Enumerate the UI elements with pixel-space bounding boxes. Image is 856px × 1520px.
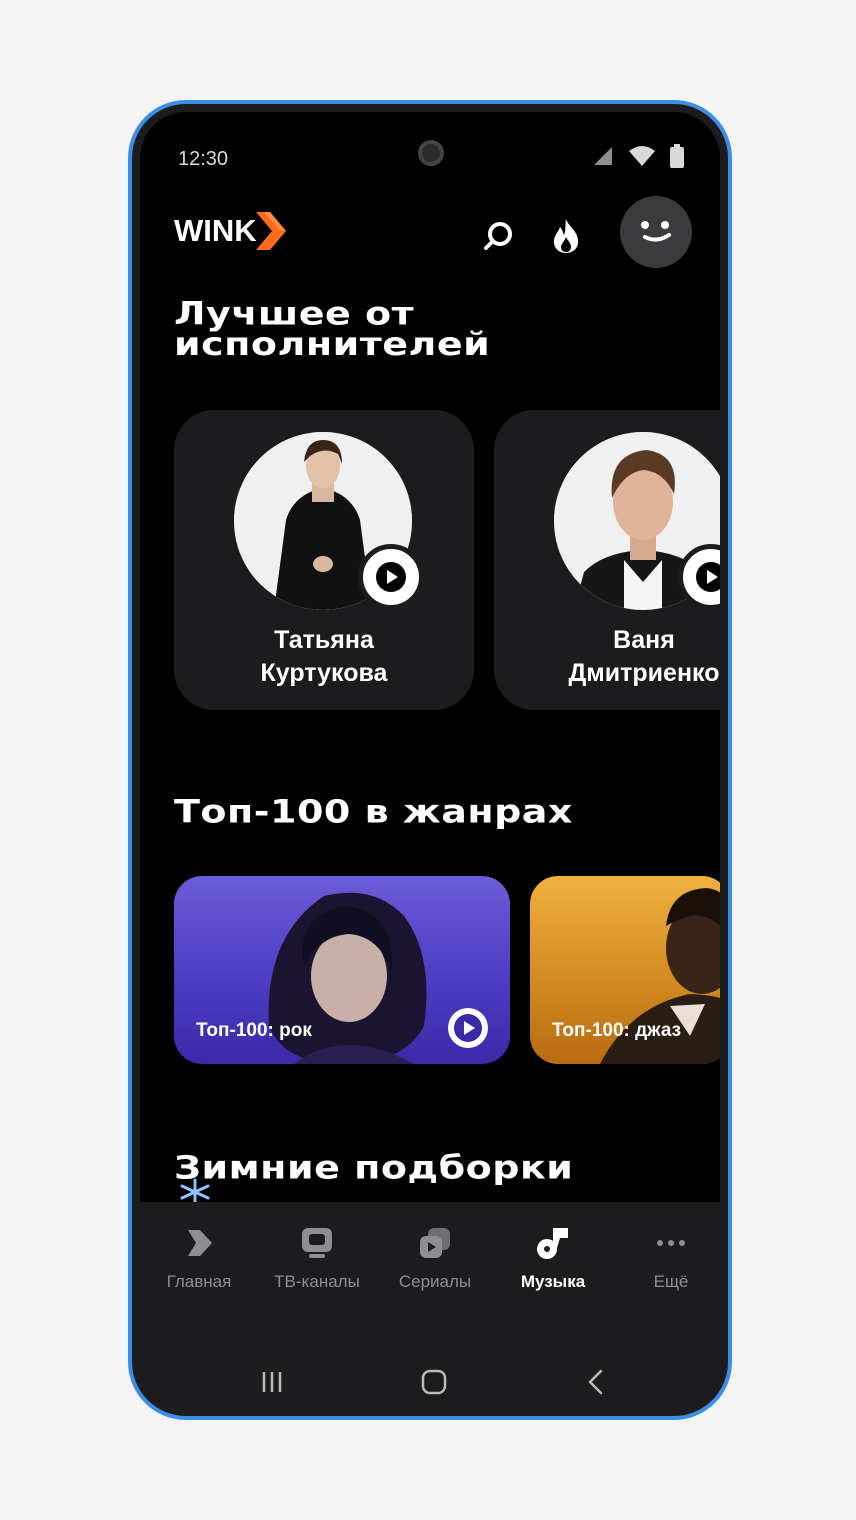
logo-text: WINK — [174, 213, 257, 248]
home-system-icon[interactable] — [421, 1369, 447, 1395]
nav-music[interactable]: Музыка — [494, 1226, 612, 1292]
artist-name: Ваня Дмитриенко — [494, 624, 720, 690]
search-icon — [484, 222, 512, 250]
genre-play-button[interactable] — [448, 1008, 488, 1048]
nav-series[interactable]: Сериалы — [376, 1226, 494, 1292]
artist-name-line: Дмитриенко — [568, 659, 720, 687]
phone-frame: 12:30 WINK Лучшее от исполнителей Татьян… — [128, 100, 732, 1420]
front-camera — [418, 140, 444, 166]
recent-apps-icon[interactable] — [260, 1370, 284, 1394]
back-icon[interactable] — [586, 1369, 606, 1395]
genre-label: Топ-100: рок — [196, 1020, 312, 1041]
genre-label: Топ-100: джаз — [552, 1020, 682, 1041]
nav-label: Главная — [166, 1272, 232, 1291]
tv-icon — [302, 1228, 332, 1258]
battery-icon — [670, 144, 684, 168]
trending-button[interactable] — [546, 216, 586, 256]
music-icon — [537, 1228, 568, 1259]
signal-icon — [594, 147, 612, 165]
artist-name-line: Ваня — [613, 626, 675, 654]
genre-card-rock[interactable]: Топ-100: рок — [174, 876, 510, 1064]
nav-tv[interactable]: ТВ-каналы — [258, 1226, 376, 1292]
nav-label: Сериалы — [398, 1272, 472, 1291]
profile-avatar[interactable] — [620, 196, 692, 268]
genre-card-jazz[interactable]: Топ-100: джаз — [530, 876, 720, 1064]
logo-chevron-icon — [255, 212, 286, 250]
nav-label: Музыка — [520, 1272, 586, 1291]
artist-name: Татьяна Куртукова — [174, 624, 474, 690]
artist-card[interactable]: Татьяна Куртукова — [174, 410, 474, 710]
nav-more[interactable]: Ещё — [612, 1226, 720, 1292]
artist-play-button[interactable] — [358, 544, 424, 610]
section-title-winter: Зимние подборки — [174, 1148, 574, 1186]
play-icon — [454, 1014, 482, 1042]
nav-home[interactable]: Главная — [140, 1226, 258, 1292]
play-icon — [696, 562, 720, 592]
home-icon — [188, 1230, 212, 1256]
section-title-genres: Топ-100 в жанрах — [174, 792, 573, 830]
app-screen: 12:30 WINK Лучшее от исполнителей Татьян… — [140, 112, 720, 1408]
search-button[interactable] — [478, 216, 518, 256]
section-title-line: Лучшее от — [174, 294, 415, 332]
status-icons — [592, 144, 684, 168]
artist-card[interactable]: Ваня Дмитриенко — [494, 410, 720, 710]
nav-label: ТВ-каналы — [274, 1272, 360, 1291]
play-icon — [376, 562, 406, 592]
more-icon — [657, 1240, 685, 1246]
status-time: 12:30 — [178, 148, 229, 170]
nav-label: Ещё — [653, 1272, 689, 1291]
wink-logo[interactable]: WINK — [174, 212, 286, 250]
wifi-icon — [629, 146, 655, 166]
fire-icon — [553, 219, 579, 253]
section-title-line: исполнителей — [174, 325, 491, 363]
series-icon — [420, 1228, 450, 1258]
smiley-icon — [641, 221, 671, 242]
section-title-artists: Лучшее от исполнителей — [174, 294, 491, 363]
phone-bezel: 12:30 WINK Лучшее от исполнителей Татьян… — [132, 104, 728, 1416]
artist-name-line: Куртукова — [260, 659, 388, 687]
artist-name-line: Татьяна — [274, 626, 374, 654]
